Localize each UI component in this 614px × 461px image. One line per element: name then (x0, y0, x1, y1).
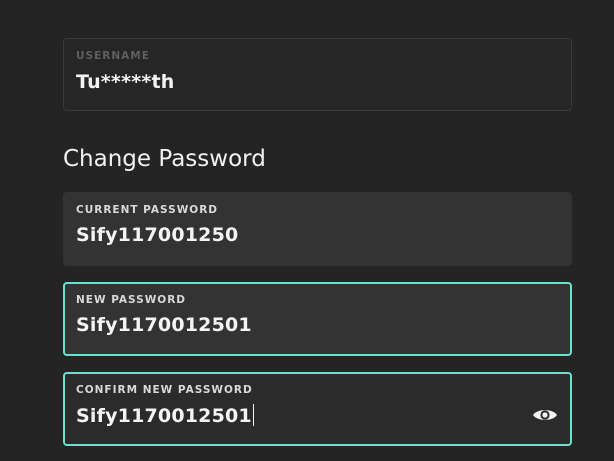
confirm-password-input[interactable]: Sify1170012501 (76, 405, 252, 427)
eye-icon[interactable] (532, 407, 558, 423)
confirm-password-field[interactable]: CONFIRM NEW PASSWORD Sify1170012501 (63, 372, 572, 446)
text-cursor (252, 404, 255, 426)
current-password-input[interactable]: Sify117001250 (76, 224, 238, 246)
section-title: Change Password (63, 146, 266, 172)
confirm-password-label: CONFIRM NEW PASSWORD (76, 384, 253, 396)
username-field: USERNAME Tu*****th (63, 38, 572, 111)
username-value: Tu*****th (76, 71, 175, 93)
current-password-field[interactable]: CURRENT PASSWORD Sify117001250 (63, 192, 572, 266)
new-password-field[interactable]: NEW PASSWORD Sify1170012501 (63, 282, 572, 356)
new-password-input[interactable]: Sify1170012501 (76, 314, 252, 336)
current-password-label: CURRENT PASSWORD (76, 204, 218, 216)
new-password-label: NEW PASSWORD (76, 294, 187, 306)
change-password-page: USERNAME Tu*****th Change Password CURRE… (0, 0, 614, 461)
username-label: USERNAME (76, 50, 150, 62)
confirm-password-input-wrap[interactable]: Sify1170012501 (76, 404, 255, 427)
